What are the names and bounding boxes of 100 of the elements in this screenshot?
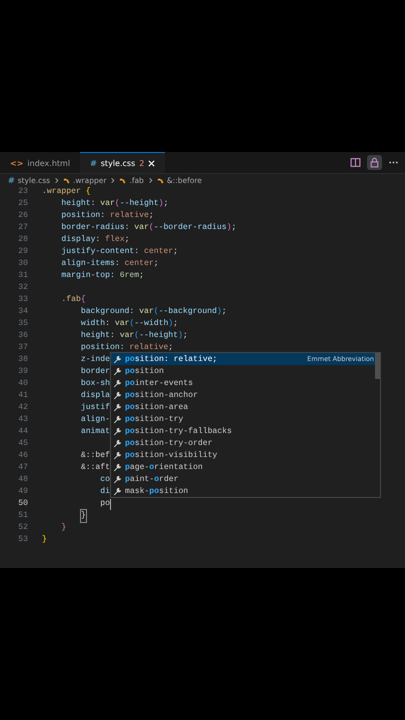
code-token: box-sh: [80, 378, 110, 390]
code-token: (: [129, 318, 134, 330]
code-token: displa: [80, 390, 110, 402]
code-token: }: [42, 534, 47, 546]
editor-tab[interactable]: # style.css 2: [80, 152, 166, 173]
code-token: co: [100, 474, 110, 486]
code-token: ;: [139, 270, 144, 282]
code-token: align-: [80, 414, 110, 426]
code-token: ;: [182, 330, 188, 342]
code-token: &::bef: [80, 450, 110, 462]
line-number: 43: [17, 414, 28, 426]
text-cursor: [110, 498, 111, 510]
line-number: 39: [17, 366, 28, 378]
code-token: width: [80, 318, 106, 330]
css-file-icon: #: [8, 176, 15, 184]
code-token: :: [95, 234, 102, 246]
suggestion-item[interactable]: page-orientation: [111, 461, 380, 473]
suggestion-item[interactable]: paint-order: [111, 473, 380, 485]
html-file-icon: <>: [10, 158, 24, 168]
line-number: 41: [17, 390, 28, 402]
code-token: .wrapper: [42, 186, 82, 198]
line-number: 23: [17, 186, 28, 198]
code-token: di: [100, 486, 110, 498]
code-token: justif: [80, 402, 110, 414]
line-number: 52: [17, 522, 28, 534]
code-token: var: [134, 222, 149, 234]
suggestion-item[interactable]: mask-position: [111, 485, 380, 497]
code-token: z-inde: [80, 354, 110, 366]
code-token: var: [120, 330, 134, 342]
chevron-icon: [146, 176, 154, 184]
wrench-icon: [113, 366, 122, 376]
code-token: --width: [134, 318, 168, 330]
split-editor-icon[interactable]: [348, 155, 363, 170]
suggestion-item[interactable]: position-try-order: [111, 437, 380, 449]
line-number: 38: [17, 354, 28, 366]
line-number: 47: [17, 462, 28, 474]
code-token: relative: [129, 342, 168, 354]
symbol-icon: [156, 176, 164, 184]
suggestion-item[interactable]: position-area: [111, 401, 380, 413]
wrench-icon: [113, 402, 122, 412]
code-token: var: [100, 198, 115, 210]
code-token: :: [110, 270, 116, 282]
code-token: center: [124, 258, 154, 270]
code-token: ;: [124, 234, 130, 246]
wrench-icon: [113, 438, 122, 448]
line-number: 44: [17, 426, 28, 438]
code-token: :: [134, 246, 140, 258]
matched-bracket: }: [80, 510, 86, 522]
code-token: border-radius: [61, 222, 125, 234]
suggestion-item[interactable]: pointer-events: [111, 377, 380, 389]
code-token: (: [114, 198, 120, 210]
code-token: :: [105, 318, 111, 330]
code-token: display: [61, 234, 96, 246]
code-token: ;: [163, 198, 168, 210]
suggestion-item[interactable]: position: [111, 365, 380, 377]
code-token: {: [80, 294, 86, 306]
code-token: ;: [148, 210, 154, 222]
scrollbar-thumb[interactable]: [375, 353, 380, 379]
line-number: 34: [17, 306, 28, 318]
line-number: 51: [17, 510, 28, 522]
suggestion-item[interactable]: position-visibility: [111, 449, 380, 461]
code-token: :: [129, 306, 136, 318]
code-token: ): [168, 318, 174, 330]
code-token: ): [158, 198, 164, 210]
close-icon[interactable]: [148, 160, 156, 166]
code-token: ;: [173, 246, 178, 258]
wrench-icon: [113, 486, 122, 496]
code-token: (: [134, 330, 140, 342]
code-token: margin-top: [61, 270, 110, 282]
line-number: 45: [17, 438, 28, 450]
line-number: 25: [17, 198, 28, 210]
code-token: :: [124, 222, 130, 234]
suggestion-item[interactable]: position-anchor: [111, 389, 380, 401]
code-token: justify-content: [61, 246, 134, 258]
suggestion-item[interactable]: position-try-fallbacks: [111, 425, 380, 437]
code-token: ): [226, 222, 232, 234]
code-token: ): [216, 306, 222, 318]
code-token: height: [61, 198, 91, 210]
code-token: }: [61, 522, 66, 534]
line-number: 49: [17, 486, 28, 498]
line-number: 27: [17, 222, 28, 234]
line-number: 35: [17, 318, 28, 330]
code-token: :: [120, 342, 126, 354]
code-token: var: [139, 306, 154, 318]
code-token: ;: [168, 342, 174, 354]
lock-icon[interactable]: [367, 155, 382, 170]
symbol-icon: [63, 176, 70, 184]
code-token: :: [90, 198, 96, 210]
code-token: ;: [231, 222, 236, 234]
code-token: ;: [154, 258, 159, 270]
code-token: :: [100, 210, 106, 222]
line-number: 42: [17, 402, 28, 414]
line-number: 28: [17, 234, 28, 246]
code-token: border: [80, 366, 110, 378]
line-number: 26: [17, 210, 28, 222]
suggestion-item[interactable]: position-try: [111, 413, 380, 425]
code-token: ): [178, 330, 183, 342]
line-number: 40: [17, 378, 28, 390]
line-number: 50: [17, 498, 28, 510]
line-number: 31: [17, 270, 28, 282]
